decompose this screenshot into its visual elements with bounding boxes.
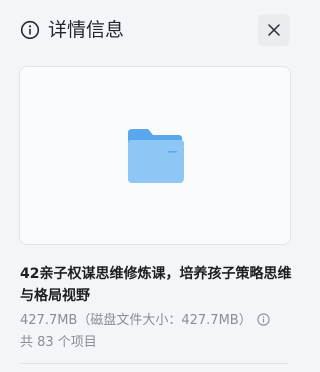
divider <box>20 363 288 364</box>
info-circle-icon <box>20 20 40 40</box>
panel-header: 详情信息 <box>0 0 310 62</box>
file-name: 42亲子权谋思维修炼课，培养孩子策略思维与格局视野 <box>20 266 292 304</box>
details-panel: 详情信息 42亲子权谋思维修炼课，培养孩子策略思维与格局视野 427.7MB（磁… <box>0 0 310 372</box>
info-circle-icon[interactable] <box>257 313 270 326</box>
file-size: 427.7MB（磁盘文件大小：427.7MB） <box>20 313 252 328</box>
folder-icon <box>126 129 184 187</box>
panel-title: 详情信息 <box>48 19 125 41</box>
close-button[interactable] <box>258 14 290 46</box>
file-size-row: 427.7MB（磁盘文件大小：427.7MB） <box>20 311 270 331</box>
file-preview <box>19 66 291 245</box>
item-count: 共 83 个项目 <box>20 335 97 350</box>
close-icon <box>268 24 280 36</box>
